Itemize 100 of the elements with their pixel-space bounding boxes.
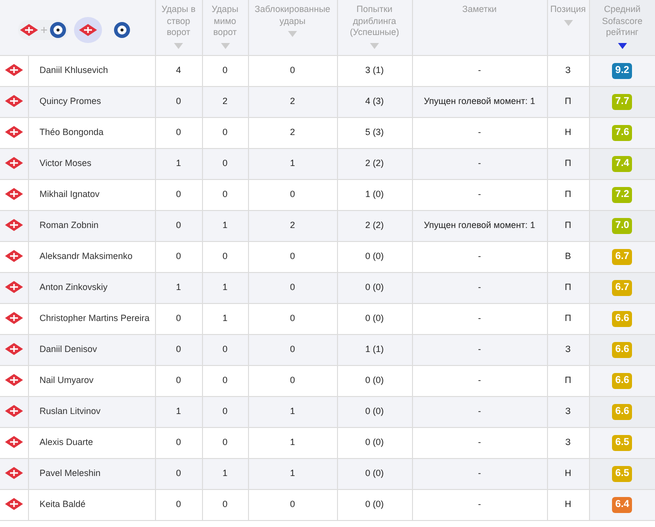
club-logo-icon	[4, 374, 23, 386]
table-cell: 2 (2)	[365, 220, 384, 230]
table-cell: 0	[290, 498, 295, 509]
player-name[interactable]: Anton Zinkovskiy	[40, 282, 108, 292]
table-cell: 0 (0)	[365, 436, 384, 447]
table-cell: В	[564, 250, 571, 261]
table-cell: -	[478, 126, 481, 137]
table-cell: 0 (0)	[365, 250, 384, 261]
table-cell: 2	[222, 96, 228, 106]
sort-arrow-icon[interactable]	[618, 43, 627, 50]
table-cell: 1	[176, 158, 181, 168]
table-cell: З	[565, 406, 571, 416]
table-cell: 0	[222, 126, 228, 137]
table-cell: 1	[290, 406, 295, 416]
table-cell: П	[564, 158, 572, 168]
table-cell: 0	[290, 374, 295, 385]
player-name[interactable]: Théo Bongonda	[40, 126, 104, 137]
club-logo-icon	[4, 467, 23, 480]
table-cell: З	[565, 344, 571, 354]
player-name[interactable]: Alexis Duarte	[40, 436, 94, 447]
club-logo-icon	[4, 405, 23, 418]
table-cell: П	[564, 374, 572, 385]
club-logo-icon	[20, 24, 38, 36]
table-cell: 0	[222, 158, 228, 168]
club-logo-icon	[4, 126, 23, 138]
table-cell: 0	[222, 374, 228, 385]
club-logo-icon	[50, 22, 66, 38]
table-cell: 1	[290, 158, 295, 168]
team-filter-button[interactable]	[74, 17, 102, 43]
table-cell: 0	[176, 312, 181, 323]
table-cell: 0	[290, 282, 295, 292]
player-name[interactable]: Mikhail Ignatov	[40, 188, 100, 199]
table-cell: П	[564, 96, 572, 106]
player-name[interactable]: Roman Zobnin	[40, 220, 99, 230]
club-logo-icon	[114, 22, 130, 38]
table-cell: 0	[222, 250, 228, 261]
club-logo-icon	[4, 250, 23, 262]
table-cell: 2 (2)	[365, 158, 384, 168]
club-logo-icon	[4, 188, 23, 200]
club-logo-icon	[4, 498, 23, 510]
table-cell: -	[478, 498, 481, 509]
table-cell: 1 (1)	[365, 344, 384, 354]
rating-badge: 7.0	[612, 218, 632, 234]
table-cell: 0	[176, 188, 181, 199]
rating-badge: 6.7	[612, 280, 632, 296]
rating-badge: 6.7	[612, 248, 632, 264]
table-cell: Упущен голевой момент: 1	[424, 96, 536, 106]
table-cell: -	[478, 344, 481, 354]
player-name[interactable]: Victor Moses	[40, 158, 92, 168]
table-cell: 1	[290, 436, 295, 447]
player-name[interactable]: Daniil Denisov	[40, 344, 98, 354]
rating-badge: 6.4	[612, 496, 632, 512]
player-name[interactable]: Keita Baldé	[40, 498, 86, 509]
table-cell: 0	[176, 468, 181, 478]
table-cell: П	[564, 188, 572, 199]
table-cell: -	[478, 468, 481, 478]
table-cell: 1	[290, 468, 295, 478]
table-cell: Н	[564, 498, 572, 509]
club-logo-icon	[4, 343, 23, 356]
table-cell: 0	[176, 374, 181, 385]
team-filter-button[interactable]	[18, 20, 68, 40]
table-cell: П	[564, 282, 572, 292]
table-cell: Упущен голевой момент: 1	[424, 220, 536, 230]
table-cell: 0	[222, 406, 228, 416]
rating-badge: 7.7	[612, 94, 632, 110]
rating-badge: 7.6	[612, 124, 632, 140]
player-name[interactable]: Nail Umyarov	[40, 374, 94, 385]
table-cell: 0	[290, 344, 295, 354]
club-logo-icon	[79, 24, 98, 36]
player-name[interactable]: Christopher Martins Pereira	[40, 312, 150, 323]
club-logo-icon	[4, 219, 23, 232]
table-cell: -	[478, 436, 481, 447]
table-cell: 0	[290, 312, 295, 323]
player-name[interactable]: Ruslan Litvinov	[40, 406, 101, 416]
club-logo-icon	[4, 95, 23, 108]
rating-badge: 9.2	[612, 62, 632, 78]
table-cell: 1	[222, 312, 228, 323]
player-name[interactable]: Pavel Meleshin	[40, 468, 101, 478]
player-name[interactable]: Quincy Promes	[40, 96, 102, 106]
table-cell: 0 (0)	[365, 406, 384, 416]
table-cell: 0 (0)	[365, 312, 384, 323]
table-cell: 0	[176, 96, 181, 106]
table-cell: 0	[222, 188, 228, 199]
club-logo-icon	[4, 312, 23, 324]
table-cell: 1	[222, 468, 228, 478]
table-cell: -	[478, 64, 481, 75]
table-cell: 0	[290, 188, 295, 199]
table-cell: -	[478, 188, 481, 199]
plus-icon	[41, 27, 48, 33]
table-cell: 1	[176, 406, 181, 416]
club-logo-icon	[4, 281, 23, 294]
table-cell: П	[564, 220, 572, 230]
table-cell: 0	[176, 498, 181, 509]
player-name[interactable]: Daniil Khlusevich	[40, 64, 108, 75]
table-cell: 4	[176, 64, 181, 75]
rating-badge: 6.5	[612, 434, 632, 450]
table-cell: Н	[564, 468, 572, 478]
table-cell: 1 (0)	[365, 188, 384, 199]
table-cell: 0	[176, 126, 181, 137]
player-name[interactable]: Aleksandr Maksimenko	[40, 250, 133, 261]
